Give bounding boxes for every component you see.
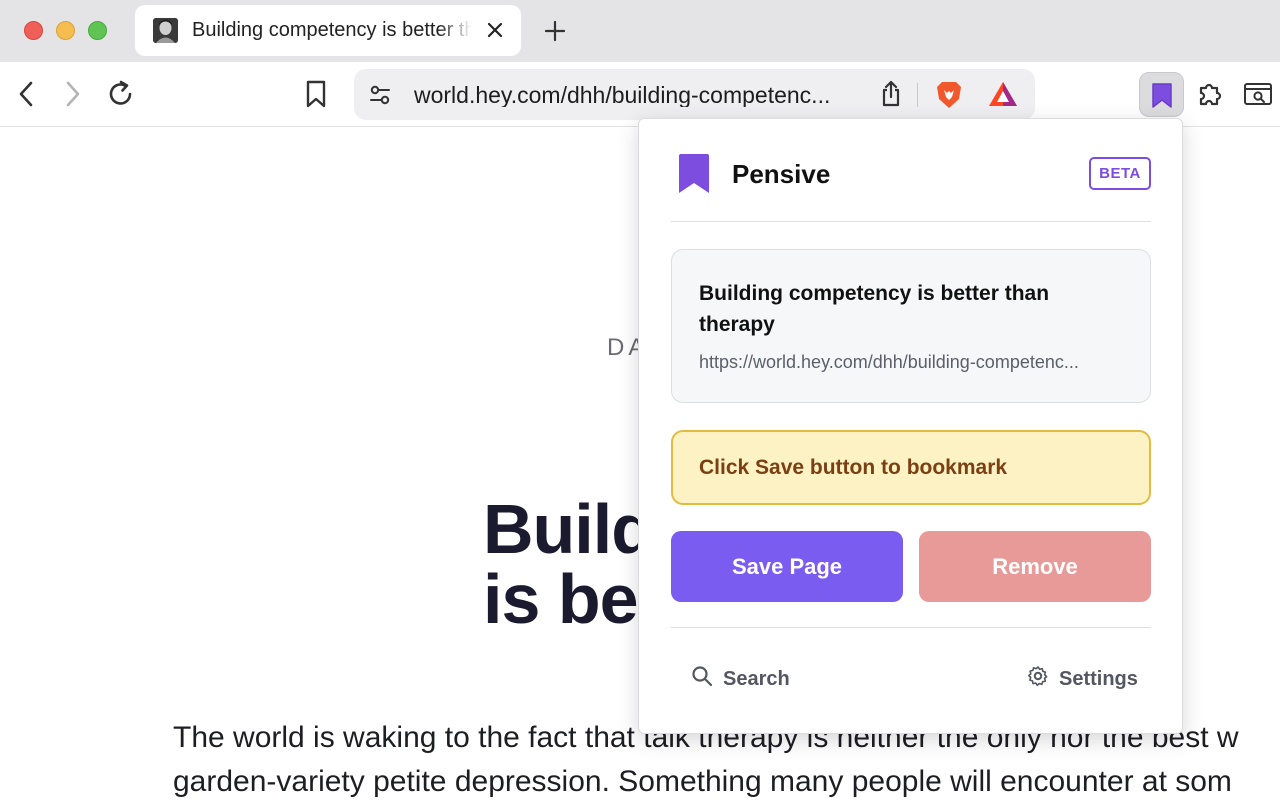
reload-icon[interactable] [105,78,137,110]
close-tab-icon[interactable] [483,18,507,42]
favicon-icon [153,18,178,43]
search-icon [691,665,713,693]
forward-icon[interactable] [57,78,89,110]
settings-link[interactable]: Settings [1027,665,1138,693]
window-close-button[interactable] [24,21,43,40]
pensive-logo-icon [675,153,713,195]
article-headline: Build is bet [483,490,661,638]
page-title: Building competency is better than thera… [699,282,1050,336]
bookmark-icon[interactable] [300,78,332,110]
app-name: Pensive [732,159,831,189]
brave-rewards-icon[interactable] [987,80,1019,113]
body-line-2: garden-variety petite depression. Someth… [173,765,1232,798]
search-link[interactable]: Search [691,665,790,693]
extensions-puzzle-icon[interactable] [1194,78,1226,110]
brave-shields-icon[interactable] [934,79,964,116]
url-text[interactable]: world.hey.com/dhh/building-competenc... [414,83,859,107]
page-url: https://world.hey.com/dhh/building-compe… [699,352,1079,372]
new-tab-icon[interactable] [542,18,568,44]
save-page-button[interactable]: Save Page [671,531,903,602]
gear-icon [1027,665,1049,693]
remove-button[interactable]: Remove [919,531,1151,602]
tab-title: Building competency is better than thera… [192,19,472,41]
beta-badge: BETA [1089,157,1151,190]
window-minimize-button[interactable] [56,21,75,40]
active-tab[interactable]: Building competency is better than thera… [135,5,521,56]
window-maximize-button[interactable] [88,21,107,40]
url-divider [917,83,918,107]
back-icon[interactable] [10,78,42,110]
settings-label: Settings [1059,667,1138,690]
share-icon[interactable] [879,80,903,113]
headline-line-2: is bet [483,560,661,638]
notice-text: Click Save button to bookmark [699,456,1008,479]
status-notice: Click Save button to bookmark [671,430,1151,505]
reader-search-icon[interactable] [1242,78,1274,110]
headline-line-1: Build [483,490,654,568]
page-info-card: Building competency is better than thera… [671,249,1151,403]
tab-strip: Building competency is better than thera… [0,0,1280,62]
address-bar[interactable]: world.hey.com/dhh/building-competenc... [354,69,1035,120]
pensive-popup: Pensive BETA Building competency is bett… [638,118,1183,734]
pensive-extension-button[interactable] [1139,72,1184,117]
divider [671,221,1151,222]
site-settings-icon[interactable] [368,83,392,112]
divider [671,627,1151,628]
search-label: Search [723,667,790,690]
